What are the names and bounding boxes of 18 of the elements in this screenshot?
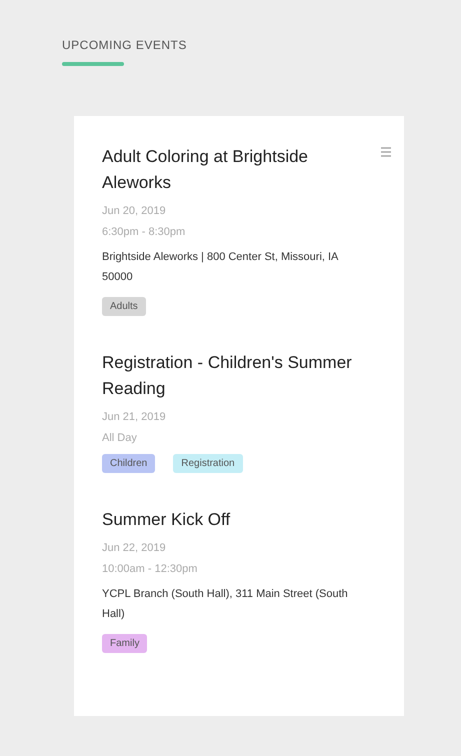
event-date: Jun 20, 2019 — [102, 205, 167, 217]
category-tag[interactable]: Adults — [102, 297, 146, 316]
section-heading: UPCOMING EVENTS — [62, 38, 188, 52]
event-date: Jun 22, 2019 — [102, 542, 167, 554]
event-title[interactable]: Registration - Children's Summer Reading — [102, 350, 357, 402]
event-location: Brightside Aleworks | 800 Center St, Missouri, IA 50000 — [102, 250, 340, 285]
event-location: YCPL Branch (South Hall), 311 Main Street (South Hall) — [102, 587, 349, 622]
event-title[interactable]: Summer Kick Off — [102, 507, 357, 533]
category-tag[interactable]: Children — [102, 454, 156, 473]
accent-underline — [62, 62, 124, 66]
category-tag[interactable]: Registration — [173, 454, 243, 473]
event-time: 10:00am - 12:30pm — [102, 563, 198, 575]
event-title[interactable]: Adult Coloring at Brightside Aleworks — [102, 144, 357, 196]
category-tag[interactable]: Family — [102, 634, 148, 653]
event-date: Jun 21, 2019 — [102, 411, 167, 423]
event-time: All Day — [102, 432, 138, 444]
event-time: 6:30pm - 8:30pm — [102, 226, 186, 238]
menu-icon[interactable] — [380, 146, 392, 158]
